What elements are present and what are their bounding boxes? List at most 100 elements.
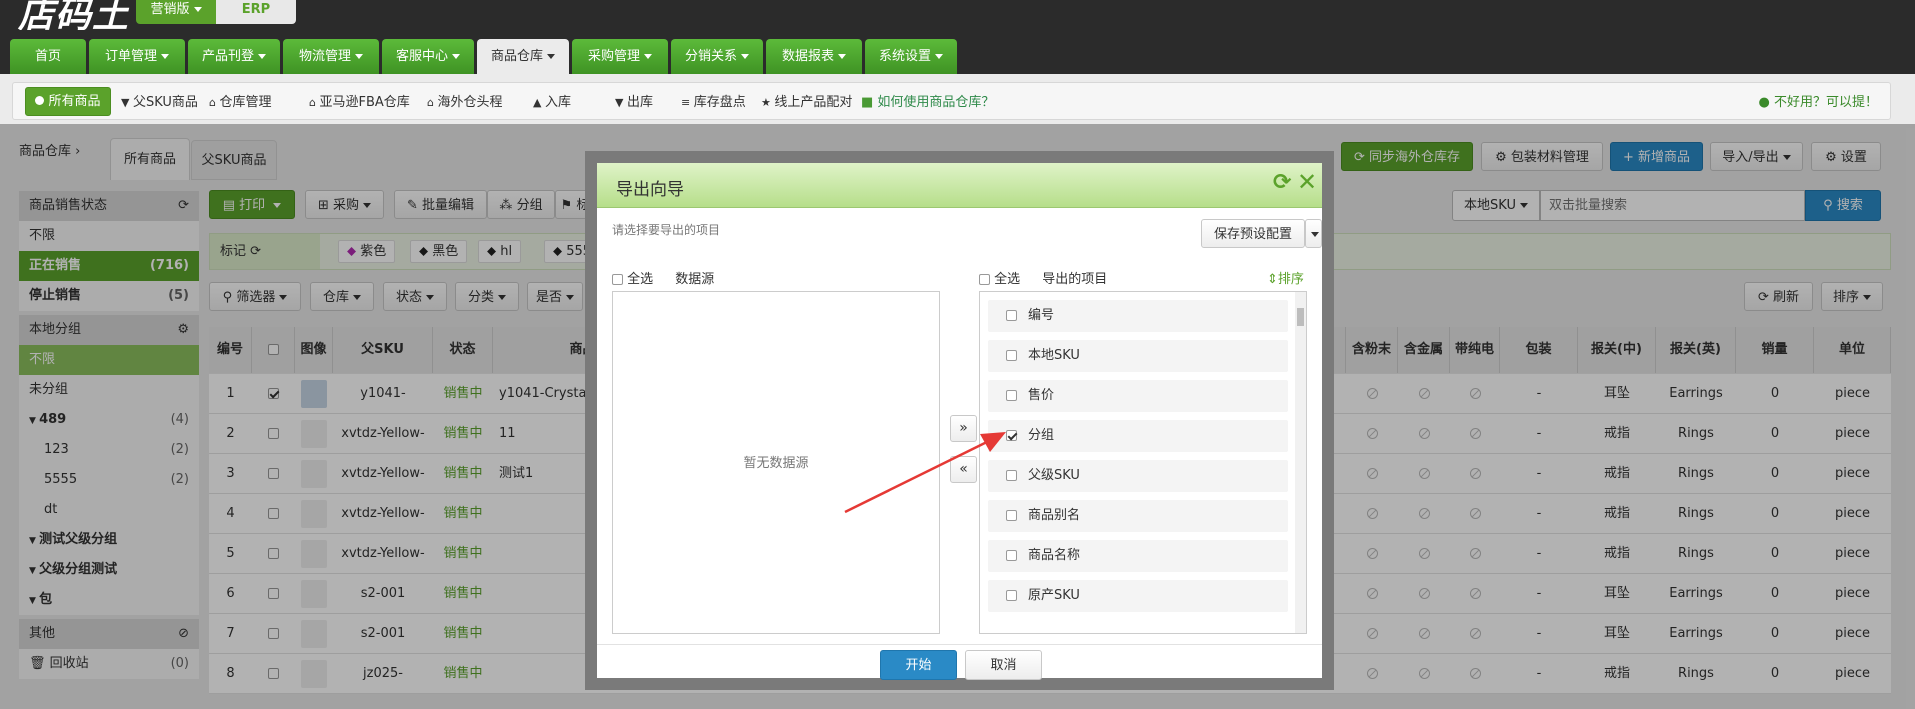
download-icon: ▼ <box>615 96 627 109</box>
subnav-item-2[interactable]: ⌂ 亚马逊FBA仓库 <box>309 94 410 111</box>
field-label: 分组 <box>1028 428 1055 443</box>
nav-tab-label: 数据报表 <box>781 49 834 64</box>
all-products-button[interactable]: 所有商品 <box>25 87 111 116</box>
home-icon: ⌂ <box>209 96 220 109</box>
nav-tab-label: 分销关系 <box>684 49 737 64</box>
field-label: 商品名称 <box>1028 548 1081 563</box>
nav-tab-0[interactable]: 首页 <box>10 39 86 74</box>
field-checkbox[interactable] <box>1006 350 1017 361</box>
marketing-tab-label: 营销版 <box>150 2 190 17</box>
nav-tab-label: 客服中心 <box>395 49 448 64</box>
field-label: 商品别名 <box>1028 508 1081 523</box>
reload-icon[interactable]: ⟳ <box>1273 170 1291 195</box>
home-icon: ⌂ <box>309 96 320 109</box>
nav-tab-4[interactable]: 客服中心 <box>382 39 474 74</box>
subnav-item-label: 入库 <box>544 95 571 110</box>
subnav-item-4[interactable]: ▲ 入库 <box>533 94 571 111</box>
cancel-button[interactable]: 取消 <box>965 650 1042 680</box>
export-field[interactable]: 本地SKU <box>988 340 1288 372</box>
source-title: 数据源 <box>675 272 715 287</box>
source-select-all[interactable] <box>612 274 623 285</box>
field-label: 售价 <box>1028 388 1055 403</box>
field-label: 父级SKU <box>1028 468 1080 483</box>
nav-tab-9[interactable]: 系统设置 <box>865 39 957 74</box>
export-field[interactable]: 父级SKU <box>988 460 1288 492</box>
dialog-subtitle: 请选择要导出的项目 <box>612 223 721 237</box>
field-checkbox[interactable] <box>1006 550 1017 561</box>
nav-tab-2[interactable]: 产品刊登 <box>188 39 280 74</box>
export-field[interactable]: 原产SKU <box>988 580 1288 612</box>
sort-arrows-icon: ⇕ <box>1267 272 1278 287</box>
all-products-label: 所有商品 <box>48 94 101 109</box>
nav-tab-7[interactable]: 分销关系 <box>671 39 763 74</box>
annotation-arrow <box>844 432 1006 514</box>
subnav-item-label: 线上产品配对 <box>774 95 853 110</box>
subnav-item-7[interactable]: ★ 线上产品配对 <box>761 94 852 111</box>
field-label: 原产SKU <box>1028 588 1080 603</box>
subnav-item-3[interactable]: ⌂ 海外仓头程 <box>427 94 503 111</box>
list-icon: ≡ <box>681 96 694 109</box>
subnav-item-0[interactable]: ▼ 父SKU商品 <box>121 94 198 111</box>
export-field[interactable]: 商品别名 <box>988 500 1288 532</box>
howto-link[interactable]: ■ 如何使用商品仓库？ <box>861 94 994 111</box>
subnav-item-5[interactable]: ▼ 出库 <box>615 94 653 111</box>
source-select-all-label: 全选 <box>627 272 654 287</box>
export-field[interactable]: 分组 <box>988 420 1288 452</box>
nav-tab-label: 物流管理 <box>298 49 351 64</box>
field-label: 编号 <box>1028 308 1055 323</box>
close-icon[interactable]: ✕ <box>1297 168 1317 196</box>
target-list[interactable]: 编号本地SKU 售价分组父级SKU 商品别名商品名称原产SKU <box>979 291 1307 634</box>
field-checkbox[interactable] <box>1006 310 1017 321</box>
nav-tab-label: 采购管理 <box>587 49 640 64</box>
scrollbar-thumb[interactable] <box>1297 308 1304 326</box>
nav-tab-label: 产品刊登 <box>201 49 254 64</box>
field-checkbox[interactable] <box>1006 590 1017 601</box>
source-header: 全选 数据源 <box>612 268 714 287</box>
target-select-all[interactable] <box>979 274 990 285</box>
export-field[interactable]: 售价 <box>988 380 1288 412</box>
filter-icon: ▼ <box>121 96 133 109</box>
subnav-item-1[interactable]: ⌂ 仓库管理 <box>209 94 272 111</box>
subnav-item-label: 库存盘点 <box>693 95 746 110</box>
subnav-item-label: 仓库管理 <box>219 95 272 110</box>
nav-tab-5[interactable]: 商品仓库 <box>477 39 569 74</box>
export-field[interactable]: 商品名称 <box>988 540 1288 572</box>
star-icon: ★ <box>761 96 775 109</box>
upload-icon: ▲ <box>533 96 545 109</box>
feedback-label: 不好用？可以提！ <box>1773 95 1878 110</box>
nav-tab-3[interactable]: 物流管理 <box>283 39 379 74</box>
help-icon: ● <box>1758 95 1774 110</box>
nav-tab-label: 系统设置 <box>878 49 931 64</box>
sort-link[interactable]: ⇕排序 <box>1267 268 1304 287</box>
subnav-item-label: 海外仓头程 <box>437 95 503 110</box>
main-nav: 首页 订单管理 产品刊登 物流管理 客服中心 商品仓库 采购管理 分销关系 数据报表 系统设置 <box>0 30 1915 74</box>
export-field[interactable]: 编号 <box>988 300 1288 332</box>
field-checkbox[interactable] <box>1006 390 1017 401</box>
sub-nav: 所有商品 ▼ 父SKU商品 ⌂ 仓库管理 ⌂ 亚马逊FBA仓库 ⌂ 海外仓头程 ▲ 入库… <box>0 74 1915 124</box>
subnav-item-label: 亚马逊FBA仓库 <box>319 95 410 110</box>
subnav-item-6[interactable]: ≡ 库存盘点 <box>681 94 746 111</box>
target-header: 全选 导出的项目 <box>979 268 1107 287</box>
start-button[interactable]: 开始 <box>880 650 957 680</box>
nav-tab-label: 订单管理 <box>104 49 157 64</box>
subnav-item-label: 出库 <box>626 95 653 110</box>
subnav-item-label: 父SKU商品 <box>132 95 198 110</box>
preset-dropdown[interactable] <box>1305 219 1322 248</box>
feedback-link[interactable]: ● 不好用？可以提！ <box>1759 94 1879 111</box>
marketing-tab[interactable]: 营销版 <box>136 0 216 24</box>
target-scrollbar[interactable] <box>1295 292 1306 633</box>
field-label: 本地SKU <box>1028 348 1080 363</box>
nav-tab-8[interactable]: 数据报表 <box>766 39 862 74</box>
save-preset-button[interactable]: 保存预设配置 <box>1201 219 1305 248</box>
dialog-title: 导出向导 <box>616 180 684 200</box>
nav-tab-1[interactable]: 订单管理 <box>89 39 185 74</box>
nav-tab-label: 商品仓库 <box>490 49 543 64</box>
video-icon: ■ <box>861 95 878 110</box>
top-bar: 店码土 营销版 ERP <box>0 0 1915 36</box>
sub-nav-box: 所有商品 ▼ 父SKU商品 ⌂ 仓库管理 ⌂ 亚马逊FBA仓库 ⌂ 海外仓头程 ▲ 入库… <box>12 82 1891 120</box>
target-select-all-label: 全选 <box>994 272 1021 287</box>
erp-tab[interactable]: ERP <box>216 0 296 24</box>
app-root: 店码土 营销版 ERP 首页 订单管理 产品刊登 物流管理 客服中心 商品仓库 采购管理 分销… <box>0 0 1915 709</box>
home-icon: ⌂ <box>427 96 438 109</box>
nav-tab-6[interactable]: 采购管理 <box>572 39 668 74</box>
